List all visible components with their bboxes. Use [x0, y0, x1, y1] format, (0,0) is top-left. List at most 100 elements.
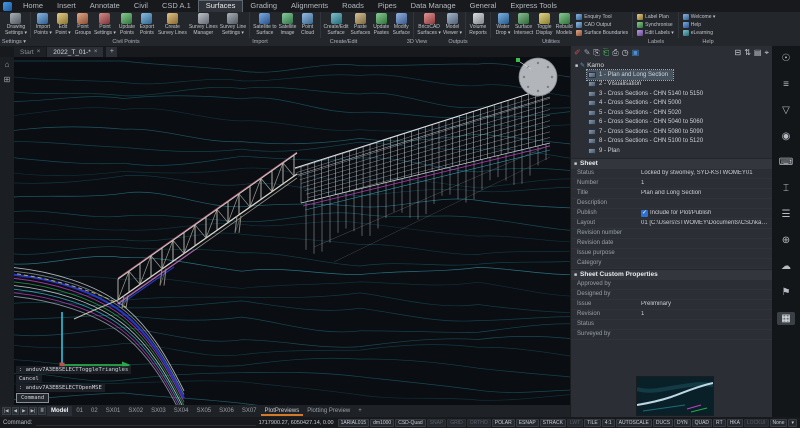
layout-tab[interactable]: SX06	[215, 406, 238, 416]
home-icon[interactable]: ⌂	[5, 60, 10, 69]
label-plan-icon[interactable]: Label Plan	[637, 14, 674, 21]
status-toggle[interactable]: RT	[713, 419, 726, 427]
drawing-settings-icon[interactable]: DrawingSettings ▾	[4, 12, 28, 38]
edit-labels-icon[interactable]: Edit Labels ▾	[637, 30, 674, 37]
filter-icon[interactable]: ▽	[777, 104, 795, 117]
edit-sheet-icon[interactable]: ✐	[574, 46, 581, 60]
layout-tab[interactable]: SX05	[192, 406, 215, 416]
sheet-tree-item[interactable]: 6 - Cross Sections - CHN 5040 to 5060	[587, 118, 708, 128]
create-edit-surface-icon[interactable]: Create/EditSurface	[323, 12, 350, 38]
close-icon[interactable]: ×	[37, 49, 41, 55]
property-row[interactable]: Status ✓ Locked by stwomey, SYD-KSTWOMEY…	[571, 169, 772, 179]
status-toggle[interactable]: CSD-Quad	[395, 419, 425, 427]
sheet-tree-item[interactable]: 5 - Cross Sections - CHN 5020	[587, 108, 686, 118]
property-row[interactable]: Description ✓	[571, 199, 772, 209]
property-row[interactable]: Surveyed by ✓	[571, 330, 772, 340]
new-document-button[interactable]: +	[106, 47, 117, 57]
property-row[interactable]: Revision number ✓	[571, 229, 772, 239]
layout-tab[interactable]: PlotPreviews	[261, 406, 304, 416]
layout-tab[interactable]: +	[354, 406, 366, 416]
water-drop-icon[interactable]: WaterDrop ▾	[493, 12, 513, 38]
survey-line-settings-icon[interactable]: Survey LineSettings ▾	[219, 12, 247, 38]
property-row[interactable]: Number ✓ 1	[571, 179, 772, 189]
3d-model-canvas[interactable]	[14, 57, 570, 405]
property-row[interactable]: Issue ✓ Preliminary	[571, 300, 772, 310]
status-toggle[interactable]: ESNAP	[516, 419, 539, 427]
new-sheet-icon[interactable]: ⎘	[593, 46, 599, 60]
settings-icon[interactable]: ▣	[632, 46, 640, 60]
sheet-tree-item[interactable]: 8 - Cross Sections - CHN 5100 to 5120	[587, 137, 708, 147]
layout-tab[interactable]: SX03	[147, 406, 170, 416]
property-row[interactable]: Title ✓ Plan and Long Section	[571, 189, 772, 199]
sliders-icon[interactable]: ≡	[777, 78, 795, 91]
layout-tab[interactable]: SX02	[124, 406, 147, 416]
export-points-icon[interactable]: ExportPoints	[137, 12, 157, 38]
status-toggle[interactable]: POLAR	[492, 419, 515, 427]
survey-lines-manager-icon[interactable]: Survey LinesManager	[188, 12, 219, 38]
layout-tab[interactable]: SX04	[170, 406, 193, 416]
enquiry-tool-icon[interactable]: Enquiry Tool	[576, 14, 628, 21]
status-toggle[interactable]: GRID	[447, 419, 466, 427]
ribbon-tab[interactable]: Insert	[50, 0, 83, 12]
status-toggle[interactable]: ORTHO	[467, 419, 491, 427]
satellite-to-surface-icon[interactable]: Satellite toSurface	[252, 12, 277, 38]
print-icon[interactable]: ⎙	[612, 46, 618, 60]
search-icon[interactable]: ⌖	[764, 46, 769, 60]
status-toggle[interactable]: STRACK	[540, 419, 566, 427]
layout-nav-button[interactable]: ▶|	[29, 407, 38, 415]
layout-nav-button[interactable]: ◀	[12, 407, 19, 415]
layout-tab[interactable]: Model	[47, 406, 72, 416]
ribbon-tab[interactable]: Grading	[243, 0, 284, 12]
bricscad-logo-icon[interactable]	[3, 2, 12, 11]
lightbulb-icon[interactable]: ☉	[777, 52, 795, 65]
property-row[interactable]: Layout ✓ 01 [C:\Users\STWOMEY\Documents\…	[571, 219, 772, 229]
drawing-viewport[interactable]: : anduv7A3EBSELECTToggleTriangles Cancel…	[14, 57, 570, 405]
rename-sheet-icon[interactable]: ✎	[584, 46, 591, 60]
point-cloud-icon[interactable]: PointCloud	[298, 12, 318, 38]
close-icon[interactable]: ×	[94, 49, 98, 55]
status-toggle[interactable]: QUAD	[692, 419, 712, 427]
layout-tab[interactable]: Plotting Preview	[303, 406, 354, 416]
ribbon-tab[interactable]: Data Manage	[404, 0, 463, 12]
command-input[interactable]: Command	[16, 393, 49, 403]
ribbon-tab[interactable]: Annotate	[83, 0, 127, 12]
property-row[interactable]: Issue purpose ✓	[571, 249, 772, 259]
globe-icon[interactable]: ⊕	[777, 234, 795, 247]
status-toggle[interactable]: DYN	[674, 419, 691, 427]
property-row[interactable]: Revision date ✓	[571, 239, 772, 249]
synchronise-icon[interactable]: Synchronise	[637, 22, 674, 29]
layout-tab[interactable]: SX07	[238, 406, 261, 416]
model-viewer-icon[interactable]: ModelViewer ▾	[442, 12, 463, 38]
status-toggle[interactable]: 4:1	[602, 419, 615, 427]
elearning-icon[interactable]: eLearning	[683, 30, 716, 37]
document-tab[interactable]: Start ×	[14, 47, 46, 57]
modify-surface-icon[interactable]: ModifySurface	[391, 12, 411, 38]
collapse-icon[interactable]: ■	[574, 161, 577, 167]
sheet-tree-item[interactable]: 3 - Cross Sections - CHN 5140 to 5150	[587, 89, 708, 99]
collapse-icon[interactable]: ■	[575, 63, 578, 69]
property-row[interactable]: Category ✓	[571, 259, 772, 269]
property-row[interactable]: Status ✓	[571, 320, 772, 330]
sheet-tree-item[interactable]: 7 - Cross Sections - CHN 5080 to 5090	[587, 127, 708, 137]
status-toggle[interactable]: 1ARIAL015	[338, 419, 370, 427]
sheet-tree-root[interactable]: ■ ✎ Kamo	[571, 61, 772, 70]
status-toggle[interactable]: AUTOSCALE	[616, 419, 652, 427]
property-row[interactable]: Designed by ✓	[571, 290, 772, 300]
point-groups-icon[interactable]: PointGroups	[73, 12, 93, 38]
qr-icon[interactable]: ▦	[777, 312, 795, 325]
toggle-display-icon[interactable]: ToggleDisplay	[534, 12, 554, 38]
help-icon[interactable]: Help	[683, 22, 716, 29]
cad-output-icon[interactable]: CAD Output	[576, 22, 628, 29]
property-row[interactable]: Revision ✓ 1	[571, 310, 772, 320]
status-toggle[interactable]: None	[770, 419, 788, 427]
collapse-icon[interactable]: ■	[574, 272, 577, 278]
document-tab[interactable]: 2022_T_01-* ×	[47, 47, 103, 57]
ribbon-tab[interactable]: Civil	[127, 0, 155, 12]
ribbon-tab[interactable]: Surfaces	[198, 0, 244, 12]
keyboard-icon[interactable]: ⌨	[777, 156, 795, 169]
layout-nav-button[interactable]: |◀	[2, 407, 11, 415]
update-points-icon[interactable]: UpdatePoints	[117, 12, 137, 38]
surface-intersect-icon[interactable]: SurfaceIntersect	[513, 12, 534, 38]
property-row[interactable]: Publish ✓ Include for Plot/Publish	[571, 209, 772, 219]
layout-nav-button[interactable]: ≣	[38, 407, 46, 415]
